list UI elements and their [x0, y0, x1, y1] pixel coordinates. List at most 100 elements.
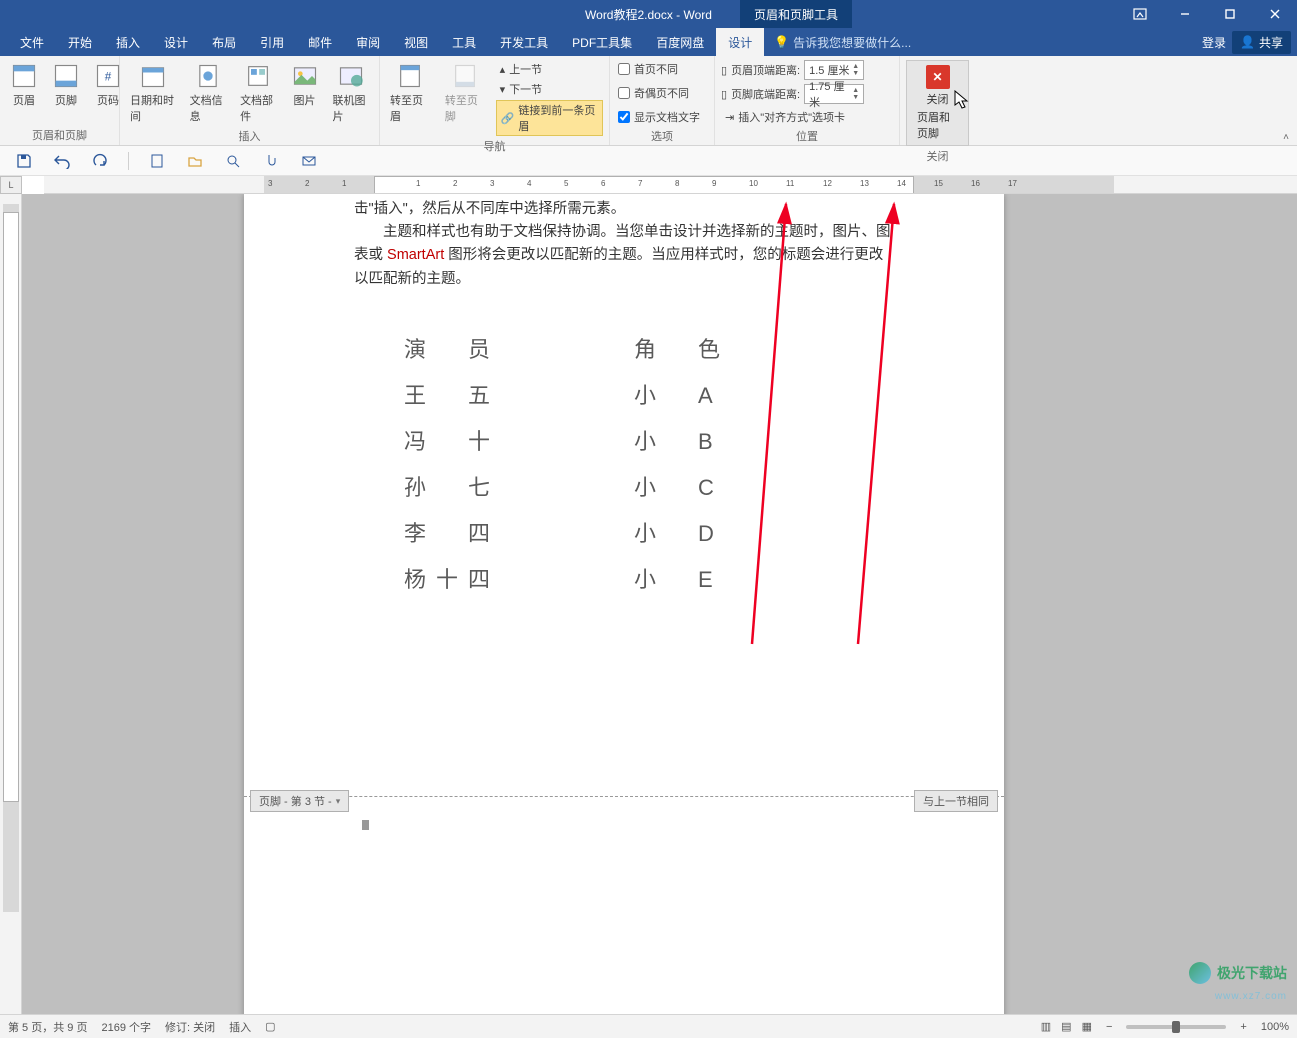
tab-file[interactable]: 文件 — [8, 28, 56, 56]
share-label: 共享 — [1259, 34, 1283, 51]
previous-section-button[interactable]: ▴上一节 — [496, 60, 603, 78]
table-cell: 杨十四 — [404, 562, 524, 594]
group-close-label: 关闭 — [906, 146, 969, 164]
word-count[interactable]: 2169 个字 — [101, 1019, 151, 1035]
tab-hf-design[interactable]: 设计 — [716, 28, 764, 56]
tab-mailings[interactable]: 邮件 — [296, 28, 344, 56]
odd-even-different-checkbox[interactable]: 奇偶页不同 — [616, 84, 702, 102]
goto-footer-icon — [451, 62, 479, 90]
table-row: 杨十四小 E — [404, 562, 754, 594]
document-name: Word教程2.docx - Word — [585, 8, 712, 22]
zoom-level[interactable]: 100% — [1261, 1021, 1289, 1033]
footer-bottom-distance-input[interactable]: 1.75 厘米▲▼ — [804, 84, 864, 104]
zoom-slider[interactable] — [1126, 1025, 1226, 1029]
tab-home[interactable]: 开始 — [56, 28, 104, 56]
tab-baidu-netdisk[interactable]: 百度网盘 — [644, 28, 716, 56]
first-page-different-checkbox[interactable]: 首页不同 — [616, 60, 702, 78]
group-position: ▯ 页眉顶端距离: 1.5 厘米▲▼ ▯ 页脚底端距离: 1.75 厘米▲▼ ⇥… — [715, 56, 900, 145]
tab-design[interactable]: 设计 — [152, 28, 200, 56]
footer-button[interactable]: 页脚 — [48, 60, 84, 110]
group-opts-label: 选项 — [616, 126, 708, 144]
login-link[interactable]: 登录 — [1202, 34, 1226, 51]
goto-header-button[interactable]: 转至页眉 — [386, 60, 435, 126]
doc-info-button[interactable]: 文档信息 — [186, 60, 230, 126]
minimize-icon[interactable] — [1162, 0, 1207, 28]
body-table: 演 员角 色王 五小 A冯 十小 B孙 七小 C李 四小 D杨十四小 E — [404, 332, 754, 608]
mouse-cursor-icon — [954, 90, 970, 110]
align-tab-icon: ⇥ — [725, 111, 734, 124]
table-row: 冯 十小 B — [404, 424, 754, 456]
insert-mode[interactable]: 插入 — [229, 1019, 251, 1035]
ribbon-display-options-icon[interactable] — [1117, 0, 1162, 28]
watermark: 极光下载站 — [1189, 962, 1287, 984]
group-pos-label: 位置 — [721, 126, 893, 144]
header-button[interactable]: 页眉 — [6, 60, 42, 110]
tab-layout[interactable]: 布局 — [200, 28, 248, 56]
table-cell: 小 A — [634, 378, 754, 410]
online-picture-icon — [337, 62, 365, 90]
tab-selector[interactable]: L — [0, 176, 22, 194]
tab-references[interactable]: 引用 — [248, 28, 296, 56]
open-icon[interactable] — [185, 151, 205, 171]
tab-view[interactable]: 视图 — [392, 28, 440, 56]
group-nav-label: 导航 — [386, 136, 603, 154]
horizontal-ruler[interactable]: 3211234567891011121314151617 — [44, 176, 1297, 194]
read-mode-icon[interactable]: ▥ — [1041, 1020, 1051, 1033]
header-distance-icon: ▯ — [721, 64, 727, 77]
header-top-distance-row: ▯ 页眉顶端距离: 1.5 厘米▲▼ — [721, 60, 864, 80]
quick-parts-icon — [244, 62, 272, 90]
online-picture-button[interactable]: 联机图片 — [329, 60, 373, 126]
group-hf-label: 页眉和页脚 — [6, 125, 113, 143]
table-cell: 孙 七 — [404, 470, 524, 502]
zoom-in-icon[interactable]: + — [1240, 1021, 1246, 1033]
web-layout-icon[interactable]: ▦ — [1082, 1020, 1092, 1033]
macro-record-icon[interactable]: ▢ — [265, 1020, 275, 1033]
tab-review[interactable]: 审阅 — [344, 28, 392, 56]
picture-button[interactable]: 图片 — [287, 60, 323, 110]
document-workarea: 击"插入"，然后从不同库中选择所需元素。 主题和样式也有助于文档保持协调。当您单… — [0, 194, 1297, 1014]
redo-icon[interactable] — [90, 151, 110, 171]
new-doc-icon[interactable] — [147, 151, 167, 171]
tab-developer[interactable]: 开发工具 — [488, 28, 560, 56]
print-layout-icon[interactable]: ▤ — [1061, 1020, 1071, 1033]
quick-parts-button[interactable]: 文档部件 — [236, 60, 280, 126]
watermark-logo-icon — [1189, 962, 1211, 984]
collapse-ribbon-icon[interactable]: ˄ — [1283, 132, 1289, 143]
table-cell: 王 五 — [404, 378, 524, 410]
link-previous-button[interactable]: 🔗链接到前一条页眉 — [496, 100, 603, 136]
tell-me-search[interactable]: 💡 告诉我您想要做什么... — [764, 28, 921, 56]
share-button[interactable]: 👤 共享 — [1232, 31, 1291, 54]
touch-mode-icon[interactable] — [261, 151, 281, 171]
header-top-distance-input[interactable]: 1.5 厘米▲▼ — [804, 60, 864, 80]
footer-distance-icon: ▯ — [721, 88, 727, 101]
insert-alignment-tab-button[interactable]: ⇥插入"对齐方式"选项卡 — [721, 108, 864, 126]
goto-footer-button[interactable]: 转至页脚 — [441, 60, 490, 126]
tab-pdf-tools[interactable]: PDF工具集 — [560, 28, 644, 56]
view-mode-buttons: ▥ ▤ ▦ — [1041, 1020, 1092, 1033]
title-bar: Word教程2.docx - Word 页眉和页脚工具 — [0, 0, 1297, 28]
footer-cursor — [362, 820, 369, 830]
show-document-text-checkbox[interactable]: 显示文档文字 — [616, 108, 702, 126]
save-icon[interactable] — [14, 151, 34, 171]
maximize-icon[interactable] — [1207, 0, 1252, 28]
tab-insert[interactable]: 插入 — [104, 28, 152, 56]
status-bar: 第 5 页，共 9 页 2169 个字 修订: 关闭 插入 ▢ ▥ ▤ ▦ − … — [0, 1014, 1297, 1038]
quick-access-toolbar — [0, 146, 1297, 176]
print-preview-icon[interactable] — [223, 151, 243, 171]
vertical-ruler[interactable] — [0, 194, 22, 1014]
table-row: 王 五小 A — [404, 378, 754, 410]
email-icon[interactable] — [299, 151, 319, 171]
document-canvas[interactable]: 击"插入"，然后从不同库中选择所需元素。 主题和样式也有助于文档保持协调。当您单… — [22, 194, 1297, 1014]
undo-icon[interactable] — [52, 151, 72, 171]
tab-tools[interactable]: 工具 — [440, 28, 488, 56]
close-icon[interactable] — [1252, 0, 1297, 28]
chevron-down-icon: ▾ — [336, 796, 341, 807]
zoom-out-icon[interactable]: − — [1106, 1021, 1112, 1033]
next-section-button[interactable]: ▾下一节 — [496, 80, 603, 98]
date-time-button[interactable]: 日期和时间 — [126, 60, 180, 126]
same-as-previous-tag: 与上一节相同 — [914, 790, 998, 812]
footer-boundary-line — [244, 796, 1004, 797]
track-changes-status[interactable]: 修订: 关闭 — [165, 1019, 215, 1035]
person-icon: 👤 — [1240, 35, 1255, 49]
page-indicator[interactable]: 第 5 页，共 9 页 — [8, 1019, 87, 1035]
